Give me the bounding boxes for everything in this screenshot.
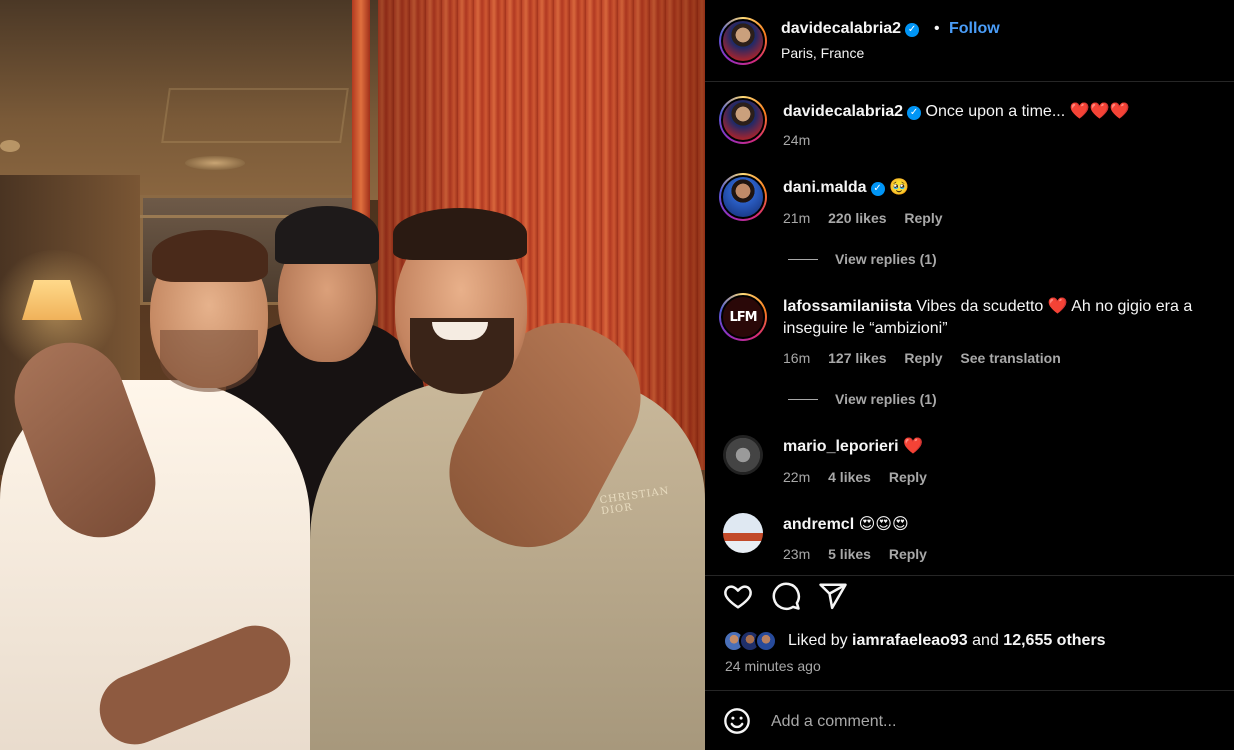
comment-username[interactable]: dani.malda: [783, 179, 867, 196]
post-sidebar: davidecalabria2 ✓ • Follow Paris, France …: [705, 0, 1234, 750]
share-icon[interactable]: [818, 581, 848, 611]
comment-text: dani.malda ✓ 🥹: [783, 177, 1223, 199]
verified-badge-icon: ✓: [870, 182, 885, 196]
curtain-edge: [352, 0, 370, 240]
heart-icon[interactable]: [723, 581, 753, 611]
caption-hearts: ❤️❤️❤️: [1069, 103, 1130, 120]
comment-text: lafossamilaniista Vibes da scudetto ❤️ A…: [783, 296, 1223, 340]
post-header: davidecalabria2 ✓ • Follow Paris, France: [705, 0, 1234, 82]
reply-button[interactable]: Reply: [889, 546, 927, 562]
ceiling-light: [0, 140, 20, 152]
comment-text: andremcl 😍😍😍: [783, 514, 1223, 536]
caption-time: 24m: [783, 132, 824, 148]
see-translation-button[interactable]: See translation: [960, 350, 1060, 366]
comment-icon[interactable]: [771, 581, 801, 611]
comment-meta: 16m 127 likes Reply See translation: [783, 350, 1075, 366]
author-username[interactable]: davidecalabria2 ✓: [781, 20, 920, 38]
comment-username[interactable]: andremcl: [783, 516, 854, 533]
likes-joiner: and: [972, 632, 999, 649]
comment-meta: 23m 5 likes Reply: [783, 546, 941, 562]
view-replies-line: [788, 399, 818, 400]
caption-username[interactable]: davidecalabria2: [783, 103, 903, 120]
comment-username[interactable]: mario_leporieri: [783, 438, 899, 455]
verified-badge-icon: ✓: [905, 23, 920, 37]
comment-time[interactable]: 16m: [783, 350, 810, 366]
comment-body: 🥹: [889, 179, 909, 196]
post-location[interactable]: Paris, France: [781, 45, 864, 61]
comment-username[interactable]: lafossamilaniista: [783, 298, 912, 315]
comment-likes[interactable]: 127 likes: [828, 350, 886, 366]
comment-avatar[interactable]: [723, 513, 763, 553]
author-username-text[interactable]: davidecalabria2: [781, 20, 901, 37]
comment-meta: 21m 220 likes Reply: [783, 210, 957, 226]
post-actions: Liked by iamrafaeleao93 and 12,655 other…: [705, 575, 1234, 690]
comment-avatar[interactable]: [719, 173, 767, 221]
comment-text: mario_leporieri ❤️: [783, 436, 1223, 458]
likes-user[interactable]: iamrafaeleao93: [852, 632, 968, 649]
caption-text: davidecalabria2 ✓ Once upon a time... ❤️❤…: [783, 101, 1223, 123]
post-photo[interactable]: CHRISTIAN DIOR: [0, 0, 705, 750]
likes-others[interactable]: 12,655 others: [1003, 632, 1105, 649]
reply-button[interactable]: Reply: [904, 350, 942, 366]
person-right-hair: [393, 208, 527, 260]
person-left-beard: [160, 330, 258, 392]
comment-meta: 22m 4 likes Reply: [783, 469, 941, 485]
caption-avatar[interactable]: [719, 96, 767, 144]
comment-likes[interactable]: 4 likes: [828, 469, 871, 485]
reply-button[interactable]: Reply: [889, 469, 927, 485]
comment-avatar[interactable]: LFM: [719, 293, 767, 341]
comment-composer: [705, 690, 1234, 750]
view-replies-line: [788, 259, 818, 260]
comment-likes[interactable]: 5 likes: [828, 546, 871, 562]
comments-list[interactable]: davidecalabria2 ✓ Once upon a time... ❤️❤…: [705, 83, 1234, 563]
ceiling-panel: [161, 88, 349, 143]
person-middle-cap: [275, 206, 379, 264]
caption-timestamp[interactable]: 24m: [783, 132, 810, 148]
person-left-hair: [152, 230, 268, 282]
post-time-ago[interactable]: 24 minutes ago: [725, 658, 821, 674]
ceiling-light: [185, 156, 245, 170]
comment-input[interactable]: [771, 709, 1211, 735]
emoji-icon[interactable]: [723, 707, 751, 735]
likes-prefix: Liked by: [788, 632, 848, 649]
comment-time[interactable]: 23m: [783, 546, 810, 562]
lfm-logo-text: LFM: [729, 309, 757, 325]
comment-body: ❤️: [903, 438, 923, 455]
view-replies-button[interactable]: View replies (1): [835, 391, 937, 407]
comment-likes[interactable]: 220 likes: [828, 210, 886, 226]
comment-time[interactable]: 21m: [783, 210, 810, 226]
view-replies-button[interactable]: View replies (1): [835, 251, 937, 267]
comment-body: 😍😍😍: [858, 516, 909, 533]
liker-avatar: [755, 630, 777, 652]
caption-body: Once upon a time...: [925, 103, 1066, 120]
reply-button[interactable]: Reply: [904, 210, 942, 226]
author-avatar[interactable]: [719, 17, 767, 65]
separator-dot: •: [934, 20, 940, 37]
likes-summary[interactable]: Liked by iamrafaeleao93 and 12,655 other…: [788, 632, 1106, 650]
verified-badge-icon: ✓: [907, 106, 922, 120]
comment-time[interactable]: 22m: [783, 469, 810, 485]
comment-avatar[interactable]: [723, 435, 763, 475]
follow-button[interactable]: Follow: [949, 20, 1000, 38]
